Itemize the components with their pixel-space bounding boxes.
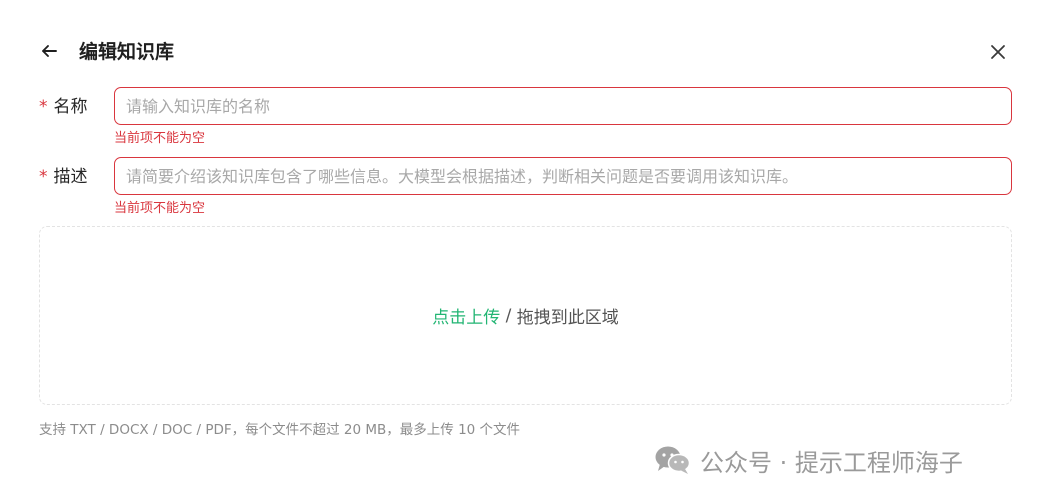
- description-error: 当前项不能为空: [114, 201, 206, 216]
- upload-dropzone[interactable]: 点击上传 / 拖拽到此区域: [39, 226, 1012, 405]
- drag-here-text: 拖拽到此区域: [516, 308, 619, 328]
- wechat-icon: [655, 446, 691, 474]
- description-input[interactable]: [114, 157, 1012, 195]
- arrow-left-icon: [42, 45, 57, 57]
- description-label-text: 描述: [53, 167, 88, 187]
- close-icon: [991, 45, 1005, 59]
- required-mark: *: [39, 167, 48, 187]
- required-mark: *: [39, 97, 48, 117]
- watermark: 公众号 · 提示工程师海子: [654, 442, 963, 478]
- description-label: * 描述: [39, 165, 88, 189]
- page-title: 编辑知识库: [79, 41, 175, 63]
- name-label-text: 名称: [53, 97, 88, 117]
- close-button[interactable]: [984, 38, 1012, 66]
- name-error: 当前项不能为空: [114, 131, 206, 146]
- click-upload-link[interactable]: 点击上传: [432, 303, 500, 328]
- watermark-text: 公众号 · 提示工程师海子: [700, 448, 963, 477]
- upload-hint: 支持 TXT / DOCX / DOC / PDF，每个文件不超过 20 MB，…: [39, 422, 521, 438]
- name-input[interactable]: [114, 87, 1012, 125]
- name-label: * 名称: [39, 95, 88, 119]
- back-button[interactable]: [36, 38, 62, 64]
- upload-separator: /: [500, 305, 517, 326]
